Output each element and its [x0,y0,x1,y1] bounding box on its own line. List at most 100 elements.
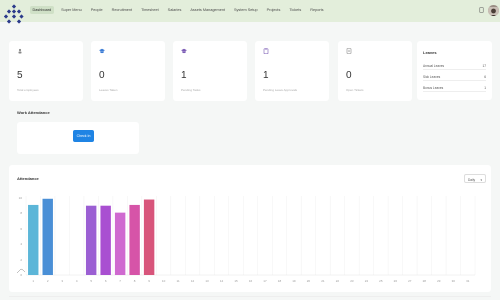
kpi-label: Pending Leave Approvals [263,88,298,92]
work-attendance-section: Work Attendance Check In [9,104,491,160]
check-in-button[interactable]: Check In [73,130,94,142]
nav-item-timesheet[interactable]: Timesheet [140,6,161,14]
x-tick-label: 12 [190,279,195,283]
kpi-label: Leaves Taken [99,88,118,92]
clipboard-icon [263,48,269,54]
user-avatar[interactable] [488,5,499,16]
kpi-card-employees[interactable]: 5 Total employees [9,41,83,101]
kpi-label: Total employees [17,88,39,92]
footer-divider [9,296,491,297]
nav-item-recruitment[interactable]: Recruitment [110,6,133,14]
y-tick-label: 8 [20,211,22,216]
nav-item-people[interactable]: People [89,6,104,14]
y-tick-label: 10 [18,196,22,200]
attendance-bar[interactable] [100,205,111,275]
x-tick-label: 17 [263,279,267,283]
kpi-card-open-tickets[interactable]: 0 Open Tickets [338,41,412,101]
y-tick-label: 0 [20,273,22,277]
x-tick-label: 10 [161,279,166,283]
x-tick-label: 26 [393,279,397,283]
kpi-value: 0 [99,70,105,81]
people-icon [18,48,22,54]
nav-item-projects[interactable]: Projects [265,6,282,14]
document-icon [346,48,352,54]
x-tick-label: 1 [32,279,35,283]
top-nav-bar: Dashboard Super Menu People Recruitment … [0,0,500,24]
x-tick-label: 14 [219,279,224,283]
x-tick-label: 11 [176,279,180,283]
attendance-bar[interactable] [42,198,53,275]
x-tick-label: 15 [234,279,238,283]
nav-item-assets-management[interactable]: Assets Management [189,6,227,14]
nav-item-reports[interactable]: Reports [309,6,325,14]
nav-item-dashboard[interactable]: Dashboard [30,6,54,14]
leave-row-annual: Annual Leaves 17 [423,62,486,70]
x-tick-label: 7 [119,279,121,283]
x-tick-label: 2 [46,279,49,283]
leave-row-bonus: Bonus Leaves 1 [423,84,486,92]
x-tick-label: 4 [75,279,78,283]
x-tick-label: 19 [292,279,296,283]
nav-item-system-setup[interactable]: System Setup [233,6,260,14]
nav-item-tickets[interactable]: Tickets [288,6,303,14]
x-tick-label: 21 [321,279,325,283]
x-tick-label: 8 [133,279,136,283]
x-tick-label: 18 [277,279,282,283]
mobile-icon[interactable] [479,7,484,13]
attendance-bar[interactable] [85,205,97,275]
leave-row-sick: Sick Leaves 6 [423,73,486,81]
y-tick-label: 4 [20,242,22,247]
leave-value: 6 [484,74,486,79]
y-tick-label: 2 [20,257,22,262]
kpi-value: 5 [17,70,23,81]
leaves-title: Leaves [423,50,437,55]
x-tick-label: 28 [422,279,426,283]
graduation-cap-icon [181,48,187,54]
check-in-card: Check In [17,122,139,154]
x-tick-label: 13 [205,279,209,283]
kpi-card-pending-leave-approvals[interactable]: 1 Pending Leave Approvals [255,41,329,101]
attendance-bar[interactable] [114,212,126,275]
x-tick-label: 25 [379,279,383,283]
kpi-card-leaves-taken[interactable]: 0 Leaves Taken [91,41,165,101]
attendance-chart [16,196,476,276]
graduation-cap-icon [99,48,105,54]
nav-item-super-menu[interactable]: Super Menu [60,6,84,14]
y-tick-label: 6 [20,226,22,231]
kpi-value: 1 [263,70,269,81]
nav-item-salaries[interactable]: Salaries [166,6,183,14]
attendance-panel: Attendance Daily ▾ 0 2 4 6 8 10 1 2 3 4 5 6 7 8 9 10 11 1… [9,165,491,292]
attendance-bar[interactable] [28,204,39,275]
x-tick-label: 20 [306,279,311,283]
leaves-panel: Leaves Annual Leaves 17 Sick Leaves 6 Bo… [417,41,492,100]
x-tick-label: 16 [248,279,253,283]
x-tick-label: 9 [148,279,150,283]
kpi-card-pending-tasks[interactable]: 1 Pending Tasks [173,41,247,101]
leave-label: Bonus Leaves [423,85,444,90]
leave-value: 17 [482,63,486,68]
leave-label: Sick Leaves [423,74,441,79]
x-tick-label: 24 [364,279,369,283]
x-tick-label: 23 [350,279,354,283]
main-nav: Dashboard Super Menu People Recruitment … [30,6,325,14]
kpi-row: 5 Total employees 0 Leaves Taken 1 Pendi… [9,41,412,101]
x-tick-label: 5 [90,279,92,283]
work-attendance-title: Work Attendance [17,110,50,115]
x-tick-label: 31 [466,279,470,283]
leave-value: 1 [484,85,486,90]
attendance-bar[interactable] [129,204,140,275]
kpi-value: 0 [346,70,352,81]
x-tick-label: 27 [408,279,412,283]
x-tick-label: 30 [451,279,455,283]
avatar-photo [488,7,499,16]
x-tick-label: 29 [437,279,441,283]
x-tick-label: 22 [335,279,340,283]
x-tick-label: 3 [61,279,64,283]
leave-label: Annual Leaves [423,63,445,68]
attendance-bar[interactable] [143,199,155,275]
kpi-label: Open Tickets [346,88,364,92]
company-logo[interactable] [4,4,24,26]
kpi-value: 1 [181,70,187,81]
kpi-label: Pending Tasks [181,88,201,92]
x-tick-label: 6 [104,279,107,283]
